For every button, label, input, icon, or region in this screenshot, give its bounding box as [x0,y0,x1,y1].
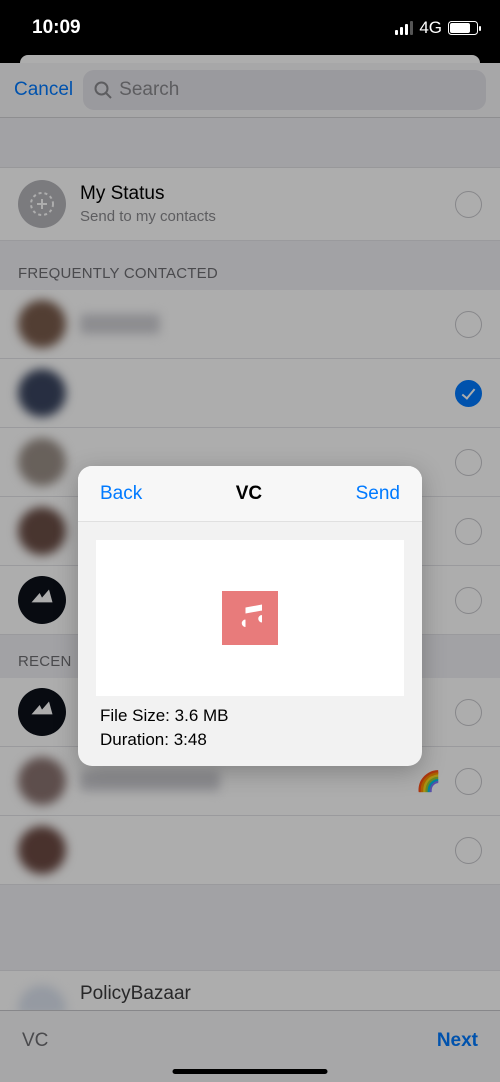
file-size-label: File Size: [100,706,175,725]
policybazaar-title: PolicyBazaar [80,983,191,1005]
avatar [18,507,66,555]
my-status-row[interactable]: My Status Send to my contacts [0,168,500,241]
search-placeholder: Search [119,79,179,101]
clock: 10:09 [32,17,81,39]
duration-value: 3:48 [174,730,207,749]
contact-radio[interactable] [455,837,482,864]
search-icon [93,80,113,100]
battery-icon [448,21,478,35]
contact-radio-checked[interactable] [455,380,482,407]
signal-icon [395,21,414,35]
my-status-radio[interactable] [455,191,482,218]
status-right: 4G [395,18,478,38]
avatar [18,300,66,348]
avatar [18,826,66,874]
my-status-subtitle: Send to my contacts [80,208,441,225]
contact-row[interactable] [0,816,500,885]
section-frequent: FREQUENTLY CONTACTED [0,241,500,290]
rainbow-emoji: 🌈 [416,769,441,794]
avatar [18,438,66,486]
next-button[interactable]: Next [437,1030,478,1052]
file-size-value: 3.6 MB [175,706,229,725]
avatar [18,369,66,417]
cancel-button[interactable]: Cancel [14,79,73,101]
contact-radio[interactable] [455,699,482,726]
network-label: 4G [419,18,442,38]
file-meta: File Size: 3.6 MB Duration: 3:48 [78,704,422,766]
contact-radio[interactable] [455,311,482,338]
avatar [18,985,66,1011]
file-preview-modal: Back VC Send File Size: 3.6 MB Duration:… [78,466,422,766]
contact-row[interactable] [0,359,500,428]
share-header: Cancel Search [0,63,500,118]
modal-title: VC [236,483,262,505]
status-ring-icon [27,189,57,219]
back-button[interactable]: Back [100,483,142,505]
selected-label: VC [22,1030,48,1052]
contact-radio[interactable] [455,587,482,614]
music-icon [222,591,278,645]
duration-label: Duration: [100,730,174,749]
modal-header: Back VC Send [78,466,422,522]
preview-area [96,540,404,696]
contact-radio[interactable] [455,768,482,795]
avatar [18,688,66,736]
contact-row-cut[interactable]: PolicyBazaar [0,970,500,1010]
avatar [18,757,66,805]
contact-radio[interactable] [455,518,482,545]
contact-row[interactable] [0,290,500,359]
contact-name-redacted [80,314,160,334]
home-indicator [173,1069,328,1074]
status-bar: 10:09 4G [0,0,500,55]
app-screen: Cancel Search My Status Send to my conta… [0,55,500,1082]
contact-radio[interactable] [455,449,482,476]
send-button[interactable]: Send [356,483,400,505]
search-input[interactable]: Search [83,70,486,110]
my-status-title: My Status [80,183,441,205]
contact-name-redacted [80,771,220,791]
avatar [18,576,66,624]
status-avatar [18,180,66,228]
